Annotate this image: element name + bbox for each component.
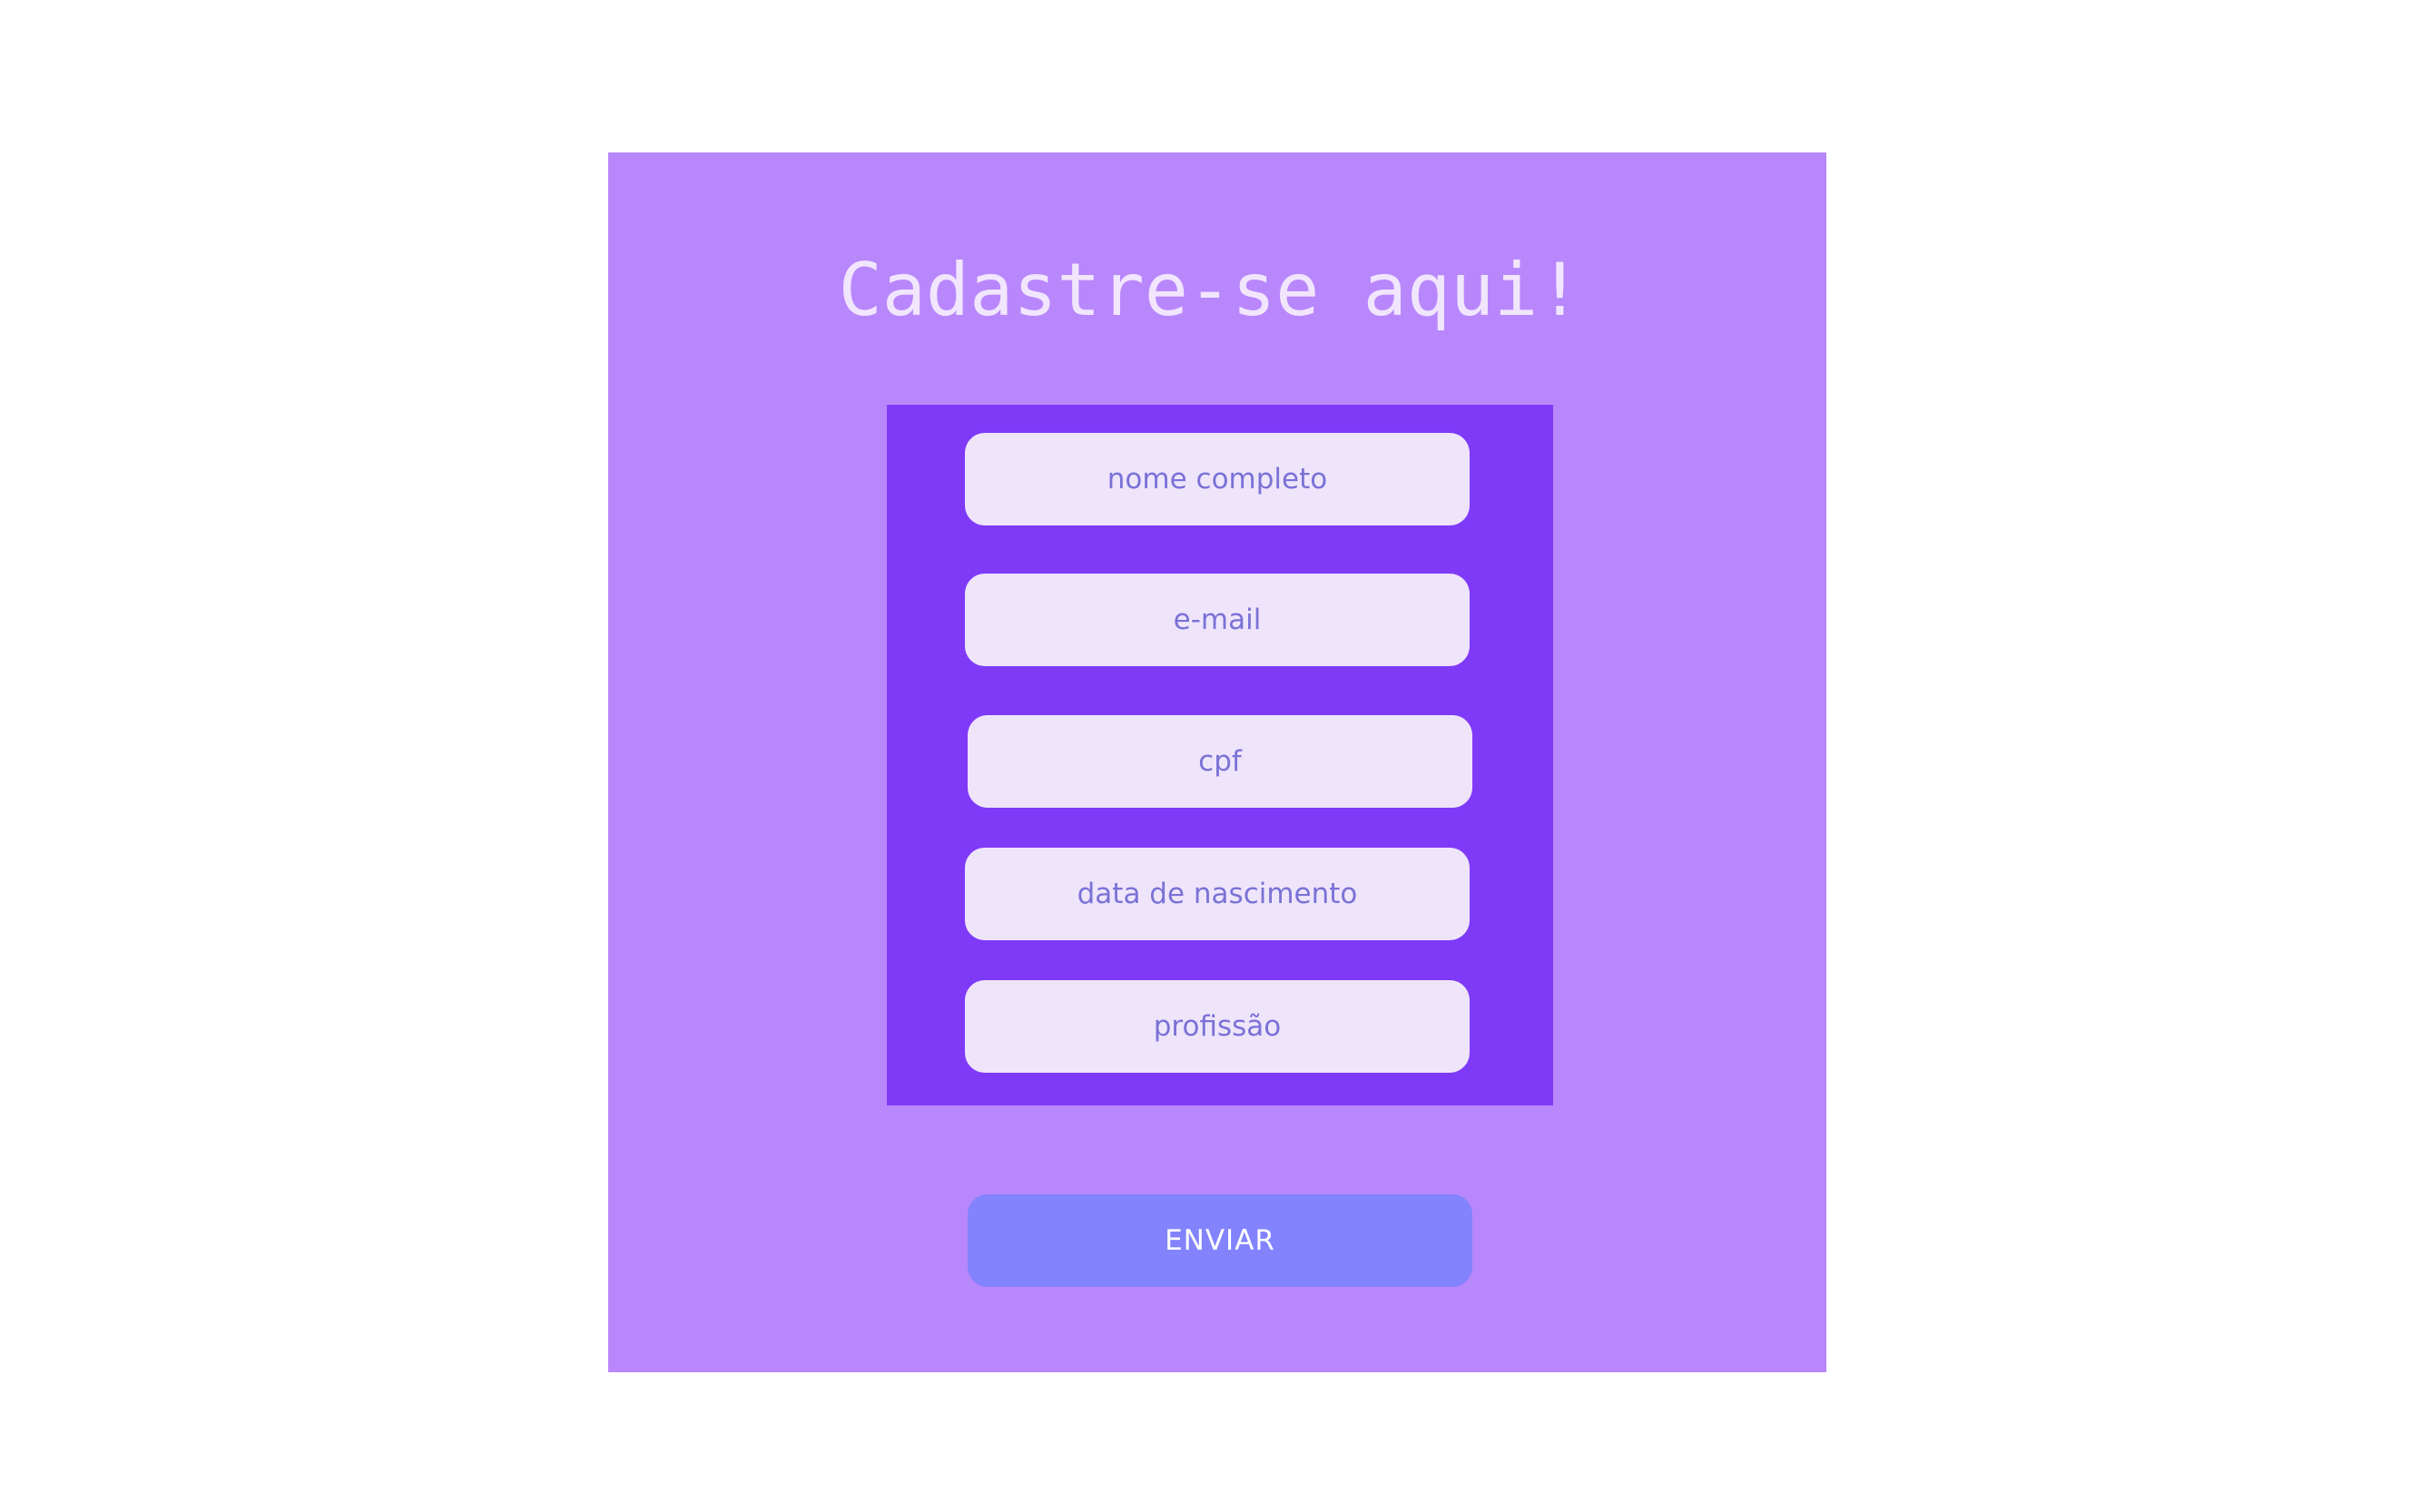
birth-date-input[interactable] xyxy=(965,848,1470,940)
profession-input[interactable] xyxy=(965,980,1470,1073)
page: Cadastre-se aqui! ENVIAR xyxy=(0,0,2420,1512)
cpf-input[interactable] xyxy=(968,715,1472,808)
send-button[interactable]: ENVIAR xyxy=(968,1194,1472,1287)
full-name-input[interactable] xyxy=(965,433,1470,525)
page-title: Cadastre-se aqui! xyxy=(838,248,1582,332)
email-input[interactable] xyxy=(965,574,1470,666)
